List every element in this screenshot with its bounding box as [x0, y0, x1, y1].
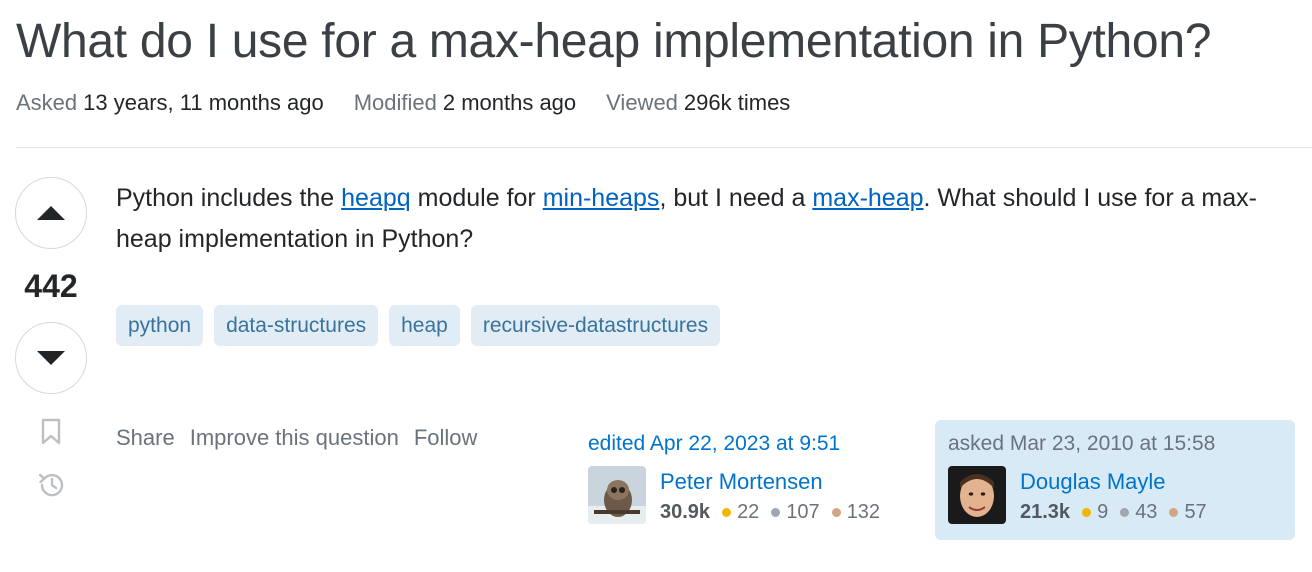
question-meta: Asked 13 years, 11 months ago Modified 2 m… — [16, 90, 820, 116]
tag-heap[interactable]: heap — [389, 305, 460, 346]
bronze-badges: 57 — [1169, 501, 1207, 524]
gold-badge-icon — [1082, 508, 1092, 517]
meta-viewed-label: Viewed — [606, 90, 678, 115]
silver-badge-icon — [1120, 508, 1130, 517]
gold-badge-count: 22 — [737, 501, 760, 523]
silver-badge-count: 107 — [786, 501, 820, 523]
body-text: , but I need a — [659, 184, 813, 212]
tag-list: python data-structures heap recursive-da… — [116, 305, 721, 346]
header-divider — [16, 147, 1312, 148]
question-page: What do I use for a max-heap implementat… — [0, 0, 1312, 572]
bookmark-button[interactable] — [36, 417, 66, 447]
editor-stats: 30.9k 22 107 132 — [660, 501, 892, 524]
user-photo-avatar-image — [948, 466, 1006, 524]
meta-asked-label: Asked — [16, 90, 78, 115]
reputation-score: 21.3k — [1020, 501, 1071, 523]
meta-asked-value: 13 years, 11 months ago — [83, 90, 324, 115]
gold-badge-count: 9 — [1097, 501, 1109, 523]
body-text: Python includes the — [116, 184, 342, 212]
heapq-link[interactable]: heapq — [341, 184, 411, 212]
editor-card: edited Apr 22, 2023 at 9:51 Peter Morten… — [588, 420, 918, 540]
silver-badges: 43 — [1120, 501, 1157, 524]
bronze-badge-icon — [1169, 508, 1179, 517]
asked-timestamp: asked Mar 23, 2010 at 15:58 — [948, 432, 1216, 455]
upvote-button[interactable] — [15, 177, 87, 249]
vote-count: 442 — [24, 268, 78, 304]
timeline-button[interactable] — [36, 470, 66, 500]
post-actions: Share Improve this question Follow — [116, 425, 477, 451]
edited-timestamp[interactable]: edited Apr 22, 2023 at 9:51 — [588, 432, 840, 456]
asker-stats: 21.3k 9 43 57 — [1020, 501, 1219, 524]
tag-python[interactable]: python — [116, 305, 204, 346]
editor-name[interactable]: Peter Mortensen — [660, 469, 823, 495]
silver-badges: 107 — [771, 501, 820, 524]
bronze-badge-count: 132 — [846, 501, 881, 523]
bookmark-icon — [41, 418, 61, 445]
owl-avatar-image — [588, 466, 646, 524]
silver-badge-icon — [771, 508, 781, 517]
bronze-badges: 132 — [831, 501, 881, 524]
asker-avatar[interactable] — [948, 466, 1006, 524]
gold-badges: 9 — [1082, 501, 1108, 524]
bronze-badge-count: 57 — [1184, 501, 1207, 523]
body-text: module for — [410, 184, 543, 212]
meta-viewed-value: 296k times — [683, 90, 791, 115]
meta-modified-value[interactable]: 2 months ago — [443, 90, 576, 115]
asker-name[interactable]: Douglas Mayle — [1020, 469, 1166, 495]
silver-badge-count: 43 — [1135, 501, 1158, 523]
min-heaps-link[interactable]: min-heaps — [543, 184, 660, 212]
gold-badge-icon — [722, 508, 732, 517]
triangle-down-icon — [37, 351, 65, 365]
tag-recursive-datastructures[interactable]: recursive-datastructures — [470, 305, 721, 346]
question-title[interactable]: What do I use for a max-heap implementat… — [16, 14, 1211, 69]
asker-card: asked Mar 23, 2010 at 15:58 Douglas Mayl… — [935, 420, 1295, 540]
gold-badges: 22 — [722, 501, 759, 524]
reputation-score: 30.9k — [660, 501, 711, 523]
share-link[interactable]: Share — [116, 425, 175, 451]
downvote-button[interactable] — [15, 322, 87, 394]
tag-data-structures[interactable]: data-structures — [214, 305, 379, 346]
triangle-up-icon — [37, 206, 65, 220]
editor-avatar[interactable] — [588, 466, 646, 524]
meta-asked: Asked 13 years, 11 months ago — [16, 90, 324, 116]
max-heap-link[interactable]: max-heap — [812, 184, 923, 212]
meta-modified: Modified 2 months ago — [354, 90, 576, 116]
follow-link[interactable]: Follow — [414, 425, 478, 451]
question-body: Python includes the heapq module for min… — [116, 178, 1306, 260]
history-icon — [38, 473, 64, 497]
bronze-badge-icon — [831, 508, 841, 517]
meta-viewed: Viewed 296k times — [606, 90, 790, 116]
meta-modified-label: Modified — [353, 90, 437, 115]
improve-question-link[interactable]: Improve this question — [190, 425, 399, 451]
